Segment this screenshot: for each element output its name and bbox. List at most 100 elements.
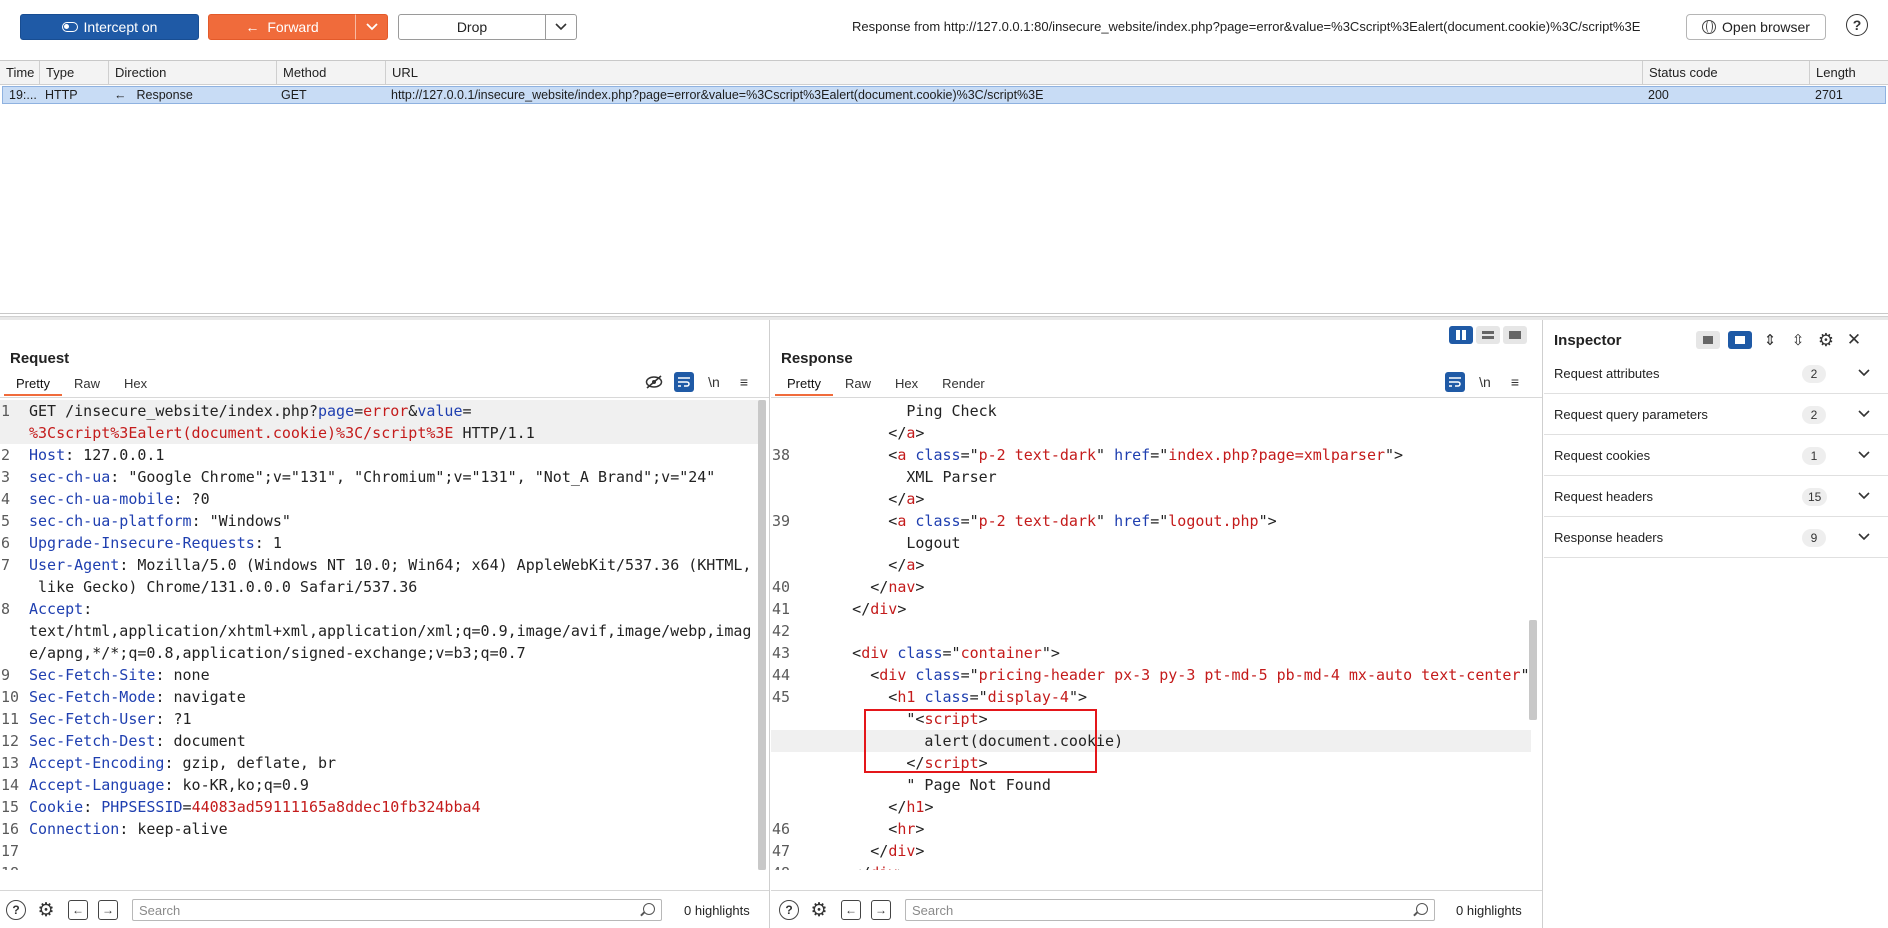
code-line: 41 </div> xyxy=(772,600,907,618)
column-header-time[interactable]: Time xyxy=(0,61,40,85)
inspector-section-query-parameters[interactable]: Request query parameters 2 xyxy=(1544,395,1888,435)
arrow-left-icon: ← xyxy=(114,88,127,102)
code-line: 40 </nav> xyxy=(772,578,925,596)
chevron-down-icon xyxy=(1858,487,1870,503)
response-title: Response xyxy=(781,350,853,367)
help-icon[interactable]: ? xyxy=(1846,14,1868,36)
search-input[interactable] xyxy=(906,900,1382,920)
arrow-left-icon: ← xyxy=(245,19,260,35)
column-header-status-code[interactable]: Status code xyxy=(1643,61,1810,85)
help-icon[interactable]: ? xyxy=(6,900,26,920)
split-horizontal-layout-icon[interactable] xyxy=(1449,326,1473,344)
settings-gear-icon[interactable]: ⚙ xyxy=(36,900,56,921)
drop-options-dropdown[interactable] xyxy=(545,14,577,40)
chevron-down-icon xyxy=(365,23,378,31)
newline-toggle-icon[interactable]: \n xyxy=(1475,372,1495,392)
column-header-method[interactable]: Method xyxy=(277,61,386,85)
tab-hex[interactable]: Hex xyxy=(112,374,159,396)
scrollbar-thumb[interactable] xyxy=(758,400,766,870)
chevron-down-icon xyxy=(555,23,567,31)
table-row[interactable]: 19:... HTTP ← Response GET http://127.0.0… xyxy=(2,86,1886,104)
settings-gear-icon[interactable]: ⚙ xyxy=(1816,330,1836,350)
word-wrap-icon[interactable] xyxy=(1445,372,1465,392)
cell-status-code: 200 xyxy=(1648,88,1669,102)
tab-pretty[interactable]: Pretty xyxy=(775,374,833,396)
globe-icon xyxy=(1702,20,1717,34)
code-line: 10 Sec-Fetch-Mode: navigate xyxy=(1,688,246,706)
drop-button[interactable]: Drop xyxy=(398,14,546,40)
column-header-length[interactable]: Length xyxy=(1810,61,1888,85)
help-icon[interactable]: ? xyxy=(779,900,799,920)
section-label: Request cookies xyxy=(1554,448,1651,463)
forward-button[interactable]: ← Forward xyxy=(208,14,356,40)
search-input-box[interactable] xyxy=(132,899,662,921)
table-header: Time Type Direction Method URL Status co… xyxy=(0,61,1888,85)
code-line: %3Cscript%3Ealert(document.cookie)%3C/sc… xyxy=(0,422,760,444)
request-scrollbar[interactable] xyxy=(758,400,766,870)
search-input-box[interactable] xyxy=(905,899,1435,921)
previous-match-icon[interactable]: ← xyxy=(68,900,88,920)
tab-raw[interactable]: Raw xyxy=(62,374,112,396)
inspector-section-request-cookies[interactable]: Request cookies 1 xyxy=(1544,436,1888,476)
column-header-type[interactable]: Type xyxy=(40,61,109,85)
proxy-toolbar: Intercept on ← Forward Drop Response fro… xyxy=(0,0,1888,52)
split-view-icon[interactable] xyxy=(1728,331,1752,349)
code-line: 45 <h1 class="display-4"> xyxy=(772,688,1087,706)
intercept-history-table: Time Type Direction Method URL Status co… xyxy=(0,60,1888,314)
request-editor[interactable]: 1 GET /insecure_website/index.php?page=er… xyxy=(0,400,760,870)
inspector-section-response-headers[interactable]: Response headers 9 xyxy=(1544,518,1888,558)
section-count-badge: 15 xyxy=(1802,488,1828,506)
chevron-down-icon xyxy=(1858,405,1870,421)
tab-render[interactable]: Render xyxy=(930,374,997,396)
column-header-url[interactable]: URL xyxy=(386,61,1643,85)
scrollbar-thumb[interactable] xyxy=(1529,620,1537,720)
next-match-icon[interactable]: → xyxy=(871,900,891,920)
response-pane: Response Pretty Raw Hex Render \n ≡ Ping… xyxy=(771,320,1543,928)
split-vertical-layout-icon[interactable] xyxy=(1476,326,1500,344)
previous-match-icon[interactable]: ← xyxy=(841,900,861,920)
collapse-all-icon[interactable]: ⇳ xyxy=(1788,330,1808,350)
response-editor-tools: \n ≡ xyxy=(1445,372,1525,392)
open-browser-label: Open browser xyxy=(1722,19,1810,35)
intercept-toggle-button[interactable]: Intercept on xyxy=(20,14,199,40)
cell-direction: ← Response xyxy=(110,87,278,105)
menu-icon[interactable]: ≡ xyxy=(734,372,754,392)
highlights-count: 0 highlights xyxy=(684,903,750,918)
response-scrollbar[interactable] xyxy=(1529,620,1537,720)
newline-toggle-icon[interactable]: \n xyxy=(704,372,724,392)
request-pane: Request Pretty Raw Hex \n ≡ 1 GET /insecu… xyxy=(0,320,770,928)
code-line: 11 Sec-Fetch-User: ?1 xyxy=(1,710,192,728)
section-count-badge: 2 xyxy=(1802,406,1826,424)
request-title: Request xyxy=(10,350,70,367)
tabs-divider xyxy=(771,397,1542,398)
hide-eye-icon[interactable] xyxy=(644,372,664,392)
tab-hex[interactable]: Hex xyxy=(883,374,930,396)
forward-options-dropdown[interactable] xyxy=(355,14,388,40)
expand-all-icon[interactable]: ⇕ xyxy=(1760,330,1780,350)
inspector-section-request-headers[interactable]: Request headers 15 xyxy=(1544,477,1888,517)
code-line: 12 Sec-Fetch-Dest: document xyxy=(1,732,246,750)
chevron-down-icon xyxy=(1858,528,1870,544)
close-icon[interactable]: ✕ xyxy=(1844,330,1864,350)
drop-label: Drop xyxy=(456,19,488,35)
inspector-tools: ⇕ ⇳ ⚙ ✕ xyxy=(1696,330,1864,350)
column-header-direction[interactable]: Direction xyxy=(109,61,277,85)
settings-gear-icon[interactable]: ⚙ xyxy=(809,900,829,921)
inspector-section-request-attributes[interactable]: Request attributes 2 xyxy=(1544,354,1888,394)
list-view-icon[interactable] xyxy=(1696,331,1720,349)
section-count-badge: 1 xyxy=(1802,447,1826,465)
open-browser-button[interactable]: Open browser xyxy=(1686,14,1826,40)
next-match-icon[interactable]: → xyxy=(98,900,118,920)
xss-payload-highlight xyxy=(864,709,1097,773)
code-line: 2 Host: 127.0.0.1 xyxy=(1,446,165,464)
menu-icon[interactable]: ≡ xyxy=(1505,372,1525,392)
tabbed-layout-icon[interactable] xyxy=(1503,326,1527,344)
code-line: 5 sec-ch-ua-platform: "Windows" xyxy=(1,512,291,530)
search-input[interactable] xyxy=(133,900,609,920)
tab-raw[interactable]: Raw xyxy=(833,374,883,396)
word-wrap-icon[interactable] xyxy=(674,372,694,392)
response-editor[interactable]: Ping Check </a> 38 <a class="p-2 text-da… xyxy=(771,400,1531,870)
section-count-badge: 2 xyxy=(1802,365,1826,383)
tab-pretty[interactable]: Pretty xyxy=(4,374,62,396)
code-line: 1 GET /insecure_website/index.php?page=er… xyxy=(0,400,760,422)
